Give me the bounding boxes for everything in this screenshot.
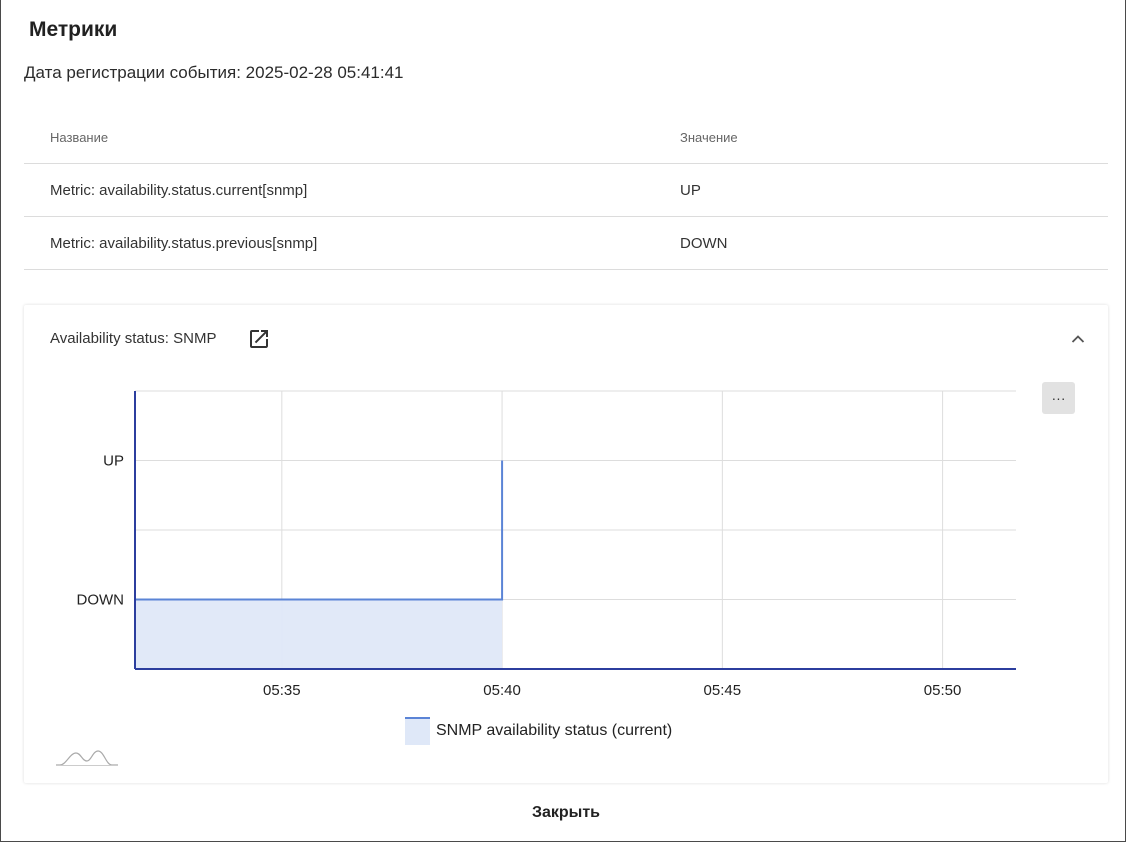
metric-name: Metric: availability.status.current[snmp… bbox=[50, 181, 308, 199]
metric-name: Metric: availability.status.previous[snm… bbox=[50, 234, 318, 252]
column-header-value: Значение bbox=[680, 130, 738, 145]
metrics-table: Название Значение Metric: availability.s… bbox=[24, 112, 1108, 270]
table-row: Metric: availability.status.current[snmp… bbox=[24, 164, 1108, 217]
table-row: Metric: availability.status.previous[snm… bbox=[24, 217, 1108, 270]
x-tick-label: 05:35 bbox=[263, 682, 301, 699]
metric-value: UP bbox=[680, 181, 701, 199]
dialog-title: Метрики bbox=[29, 18, 118, 41]
legend-item[interactable]: SNMP availability status (current) bbox=[405, 717, 672, 745]
legend-label: SNMP availability status (current) bbox=[436, 722, 673, 739]
legend-swatch bbox=[405, 717, 430, 745]
y-tick-label: UP bbox=[103, 453, 124, 470]
y-tick-label: DOWN bbox=[77, 592, 125, 609]
wave-icon bbox=[56, 750, 118, 766]
table-header-row: Название Значение bbox=[24, 112, 1108, 164]
column-header-name: Название bbox=[50, 130, 109, 145]
x-tick-label: 05:50 bbox=[924, 682, 962, 699]
metrics-dialog: Метрики Дата регистрации события: 2025-0… bbox=[0, 0, 1126, 842]
availability-chart: UP DOWN 05:35 05:40 05:45 05:50 bbox=[77, 390, 1016, 699]
x-tick-label: 05:45 bbox=[704, 682, 742, 699]
x-tick-label: 05:40 bbox=[483, 682, 521, 699]
close-button[interactable]: Закрыть bbox=[521, 796, 611, 830]
metric-value: DOWN bbox=[680, 234, 728, 252]
registration-date: Дата регистрации события: 2025-02-28 05:… bbox=[24, 63, 404, 82]
chart-panel: Availability status: SNMP ··· UP DOWN 05:3… bbox=[24, 305, 1108, 783]
series-area bbox=[135, 599, 503, 669]
